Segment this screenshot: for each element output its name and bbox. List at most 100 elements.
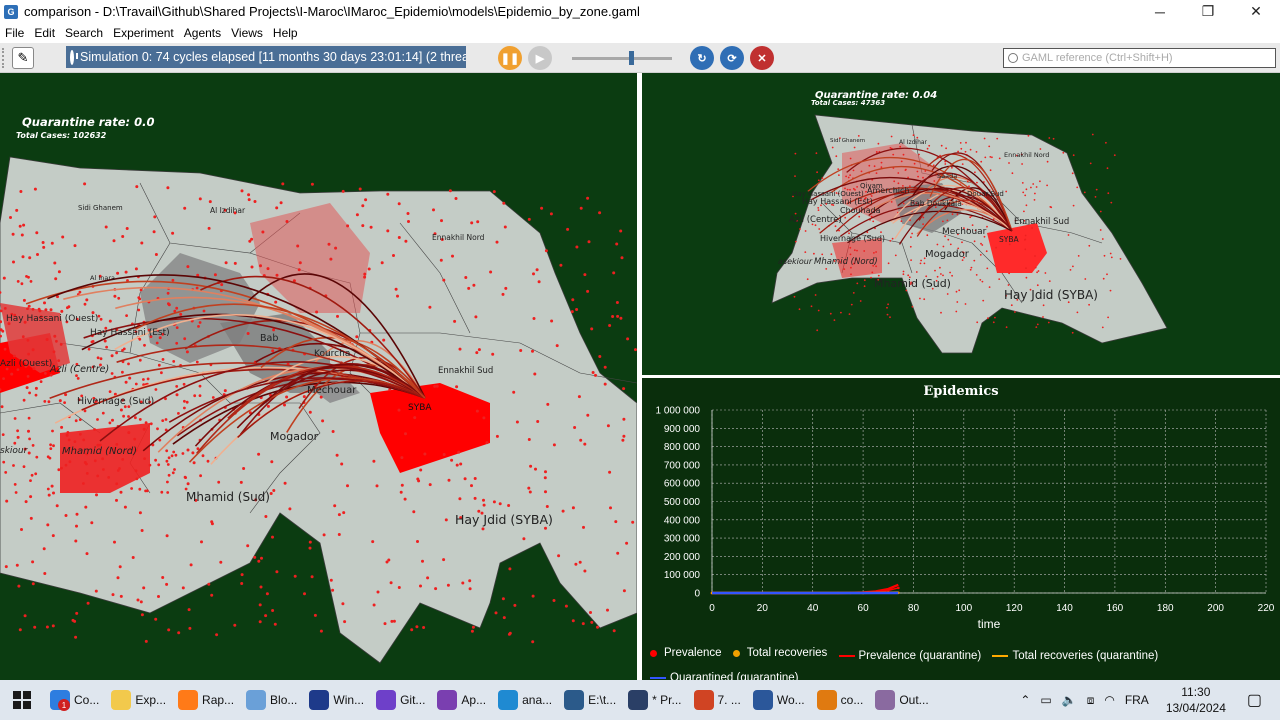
- taskbar-app-10[interactable]: * Pr...: [622, 680, 687, 720]
- notifications-icon[interactable]: ▢: [1247, 690, 1262, 710]
- infection-point: [928, 144, 931, 147]
- menu-help[interactable]: Help: [268, 26, 303, 40]
- display-view-no-quarantine[interactable]: Sidi Ghanem Al Izdihar Ennakhil Nord Enn…: [0, 73, 637, 680]
- taskbar-app-label: Co...: [74, 693, 100, 707]
- pause-button[interactable]: ❚❚: [498, 46, 522, 70]
- infection-point: [859, 300, 862, 302]
- infection-point: [455, 385, 459, 389]
- legend-prevalence[interactable]: Prevalence: [650, 643, 722, 663]
- infection-point: [39, 380, 43, 383]
- menu-file[interactable]: File: [0, 26, 29, 40]
- legend-quarantined[interactable]: Quarantined (quarantine): [650, 668, 799, 680]
- left-view-title: Quarantine rate: 0.0: [22, 115, 155, 129]
- infection-point: [831, 146, 834, 149]
- restore-button[interactable]: ❐: [1184, 0, 1232, 23]
- infection-point: [1048, 137, 1051, 139]
- volume-icon[interactable]: 🔈: [1062, 693, 1077, 707]
- infection-point: [1034, 266, 1037, 269]
- infection-point: [911, 232, 913, 235]
- infection-point: [423, 452, 427, 456]
- gaml-reference-search[interactable]: GAML reference (Ctrl+Shift+H): [1003, 48, 1276, 68]
- simulation-status[interactable]: Simulation 0: 74 cycles elapsed [11 mont…: [66, 46, 466, 68]
- infection-point: [495, 434, 499, 438]
- infection-point: [619, 229, 623, 233]
- legend-prevalence-quarantine[interactable]: Prevalence (quarantine): [838, 646, 981, 666]
- y-tick-label: 1 000 000: [656, 406, 701, 417]
- infection-point: [74, 635, 78, 639]
- x-tick-label: 100: [955, 603, 972, 614]
- infection-point: [22, 223, 26, 227]
- display-view-quarantine[interactable]: Sidi Ghanem Al Izdihar Ennakhil Nord Enn…: [642, 73, 1280, 375]
- taskbar-app-1[interactable]: 1 Co...: [44, 680, 105, 720]
- infection-point: [64, 463, 68, 467]
- infection-point: [582, 525, 585, 529]
- infection-point: [847, 176, 850, 179]
- label-sidi-ghanem: Sidi Ghanem: [78, 204, 123, 212]
- infection-point: [1076, 311, 1079, 314]
- menu-search[interactable]: Search: [60, 26, 108, 40]
- editor-pencil-icon[interactable]: ✎: [12, 46, 34, 69]
- language-indicator[interactable]: FRA: [1125, 693, 1149, 707]
- battery-icon[interactable]: ▭: [1040, 693, 1051, 707]
- infection-point: [818, 228, 821, 230]
- infection-point: [86, 601, 90, 605]
- taskbar-app-4[interactable]: Blo...: [240, 680, 303, 720]
- taskbar-app-12[interactable]: Wo...: [747, 680, 811, 720]
- wifi-icon[interactable]: ◠: [1104, 693, 1114, 707]
- taskbar-app-8[interactable]: ana...: [492, 680, 558, 720]
- menu-experiment[interactable]: Experiment: [108, 26, 179, 40]
- minimize-button[interactable]: ─: [1136, 0, 1184, 23]
- infection-point: [265, 592, 269, 596]
- toolbar-grip[interactable]: [2, 47, 6, 68]
- speed-slider-thumb[interactable]: [629, 51, 634, 65]
- infection-point: [172, 360, 176, 363]
- taskbar-app-3[interactable]: Rap...: [172, 680, 240, 720]
- infection-point: [856, 282, 859, 285]
- infection-point: [998, 157, 1001, 160]
- close-simulation-button[interactable]: ✕: [750, 46, 774, 70]
- taskbar-app-7[interactable]: Ap...: [431, 680, 492, 720]
- menu-views[interactable]: Views: [226, 26, 268, 40]
- screen-icon[interactable]: ⧈: [1087, 693, 1095, 708]
- map-canvas-right[interactable]: Sidi Ghanem Al Izdihar Ennakhil Nord Enn…: [642, 73, 1280, 375]
- taskbar-app-2[interactable]: Exp...: [105, 680, 172, 720]
- infection-point: [860, 170, 863, 173]
- epidemics-chart-panel[interactable]: Epidemics 0 100 000 200 000 300 000 400 000 5…: [642, 378, 1280, 680]
- speed-slider-track[interactable]: [572, 57, 672, 60]
- infection-point: [586, 196, 590, 200]
- map-canvas-left[interactable]: Sidi Ghanem Al Izdihar Ennakhil Nord Enn…: [0, 73, 637, 680]
- windows-start-icon[interactable]: [0, 680, 44, 720]
- infection-point: [55, 504, 59, 508]
- infection-point: [31, 560, 35, 564]
- legend-total-recoveries[interactable]: Total recoveries: [732, 643, 827, 663]
- menu-edit[interactable]: Edit: [29, 26, 60, 40]
- taskbar-app-13[interactable]: co...: [811, 680, 870, 720]
- infection-point: [428, 305, 432, 309]
- infection-point: [1103, 254, 1106, 257]
- infection-point: [902, 153, 905, 156]
- taskbar-app-6[interactable]: Git...: [370, 680, 431, 720]
- infection-point: [1072, 265, 1074, 268]
- label-azli-centre: Azli (Centre): [49, 364, 109, 375]
- legend-total-recoveries-quarantine[interactable]: Total recoveries (quarantine): [992, 646, 1158, 666]
- infection-point: [119, 490, 123, 494]
- infection-point: [181, 586, 185, 590]
- taskbar-app-14[interactable]: Out...: [869, 680, 934, 720]
- taskbar-app-9[interactable]: E:\t...: [558, 680, 622, 720]
- taskbar-app-5[interactable]: Win...: [303, 680, 370, 720]
- infection-point: [327, 242, 331, 246]
- chevron-up-icon[interactable]: ⌃: [1020, 693, 1030, 707]
- menu-agents[interactable]: Agents: [179, 26, 226, 40]
- relaunch-button[interactable]: ⟳: [720, 46, 744, 70]
- reload-button[interactable]: ↻: [690, 46, 714, 70]
- infection-point: [793, 295, 796, 298]
- taskbar-app-11[interactable]: 7. ...: [688, 680, 747, 720]
- app-icon: [437, 690, 458, 710]
- infection-point: [1089, 162, 1092, 165]
- infection-point: [76, 377, 80, 380]
- step-button[interactable]: ▶: [528, 46, 552, 70]
- close-window-button[interactable]: ✕: [1232, 0, 1280, 23]
- infection-point: [165, 534, 169, 538]
- taskbar-clock[interactable]: 11:30 13/04/2024: [1166, 684, 1226, 716]
- infection-point: [144, 421, 148, 424]
